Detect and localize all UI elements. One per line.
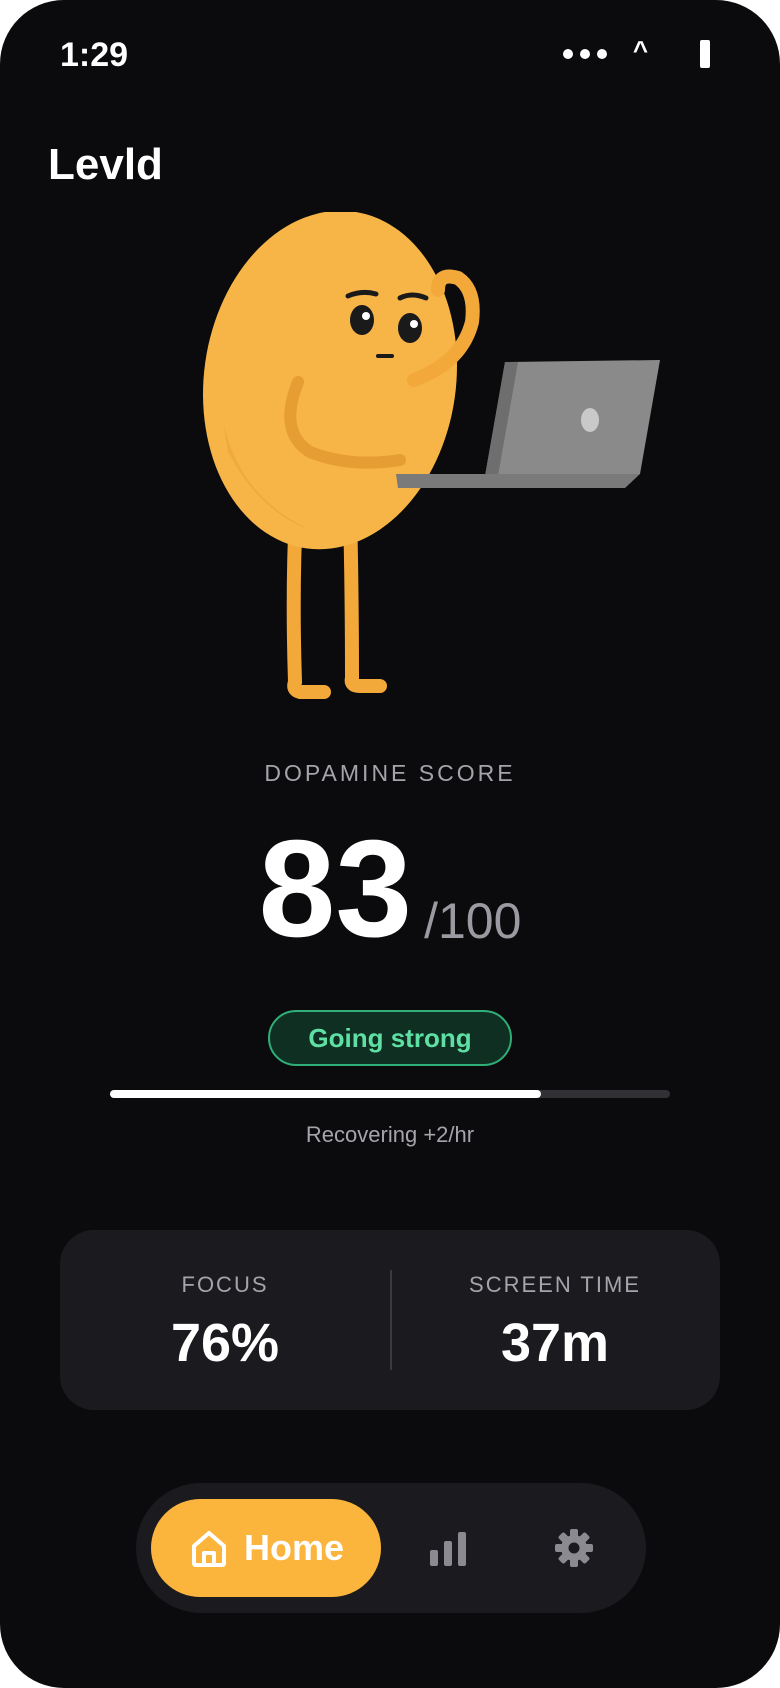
screen-time-value: 37m (500, 1313, 610, 1373)
mascot-illustration (203, 212, 660, 699)
phone-screen: 1:29 ^ Levld DOPAMINE SCORE 83 /100 Goin… (0, 0, 780, 1688)
screen-time-stat: SCREEN TIME 37m (390, 1272, 720, 1374)
screen-time-label: SCREEN TIME (469, 1272, 641, 1297)
bottom-nav: Home (136, 1483, 646, 1613)
chevron-up-icon: ^ (632, 35, 648, 65)
score-progress-fill (110, 1090, 542, 1098)
nav-home-label: Home (243, 1527, 345, 1568)
score-progress-bar (110, 1090, 670, 1098)
focus-value: 76% (170, 1313, 280, 1373)
battery-icon (700, 40, 710, 68)
app-title: Levld (48, 140, 163, 189)
score-row: 83 /100 (0, 820, 780, 958)
score-max: /100 (424, 893, 522, 949)
more-dots-icon (562, 49, 607, 59)
recovery-text: Recovering +2/hr (305, 1122, 475, 1147)
gear-icon[interactable] (554, 1528, 594, 1568)
score-value: 83 (258, 812, 413, 966)
focus-label: FOCUS (181, 1272, 269, 1297)
nav-home-button[interactable]: Home (151, 1499, 381, 1597)
stats-card: FOCUS 76% SCREEN TIME 37m (60, 1230, 720, 1410)
focus-stat: FOCUS 76% (60, 1272, 390, 1374)
home-icon (191, 1531, 226, 1567)
score-label: DOPAMINE SCORE (264, 760, 516, 786)
status-badge: Going strong (268, 1010, 512, 1066)
status-icons: ^ (562, 35, 710, 68)
status-time: 1:29 (60, 36, 129, 74)
bar-chart-icon[interactable] (428, 1528, 468, 1568)
